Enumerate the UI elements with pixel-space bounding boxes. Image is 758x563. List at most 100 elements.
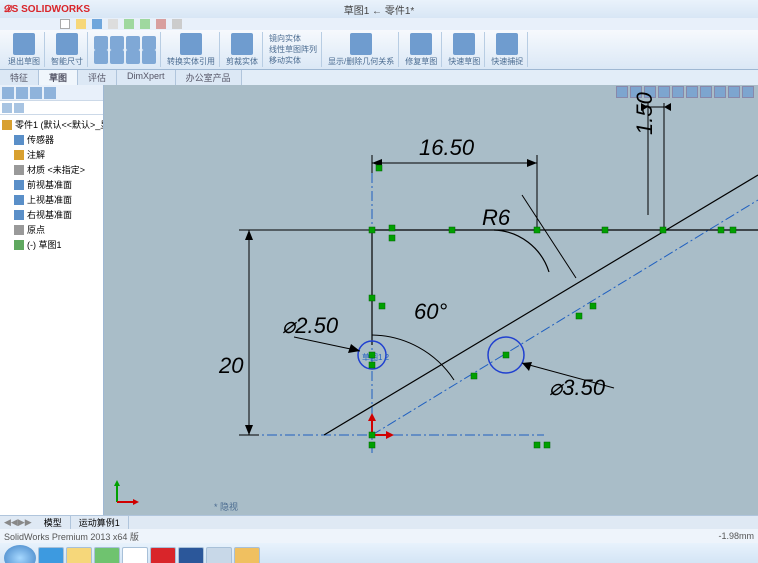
dim-3-50[interactable]: ⌀3.50 (522, 362, 614, 400)
endpoint-marker[interactable] (369, 295, 375, 301)
relation-marker[interactable] (730, 227, 736, 233)
rebuild-icon[interactable] (156, 19, 166, 29)
rect-icon[interactable] (110, 36, 124, 50)
center-marker[interactable] (503, 352, 509, 358)
relation-marker[interactable] (389, 235, 395, 241)
tree-sketch1[interactable]: (-) 草图1 (2, 237, 101, 252)
dim-r6[interactable]: R6 (482, 205, 511, 230)
diag-line[interactable] (324, 175, 758, 435)
tree-right-plane[interactable]: 右视基准面 (2, 207, 101, 222)
convert-icon[interactable] (180, 33, 202, 55)
snap-group[interactable]: 快速捕捉 (487, 32, 528, 67)
dim-1-50[interactable]: 1.50 (632, 91, 671, 230)
dim-2-50[interactable]: ⌀2.50 (282, 313, 360, 353)
task-sw-icon[interactable] (150, 547, 176, 563)
task-app4-icon[interactable] (234, 547, 260, 563)
tab-evaluate[interactable]: 评估 (78, 70, 117, 85)
trim-icon[interactable] (231, 33, 253, 55)
relations-icon[interactable] (350, 33, 372, 55)
tree-tab-icon[interactable] (2, 87, 14, 99)
graphics-canvas[interactable]: 16.50 1.50 R6 60° ⌀2.50 (104, 85, 758, 515)
relation-marker[interactable] (369, 442, 375, 448)
exit-sketch-icon[interactable] (13, 33, 35, 55)
tab-scroll-icon[interactable]: ◀◀▶▶ (0, 517, 36, 528)
repair-icon[interactable] (410, 33, 432, 55)
new-icon[interactable] (60, 19, 70, 29)
snap-icon[interactable] (496, 33, 518, 55)
start-button[interactable] (4, 545, 36, 563)
tab-model[interactable]: 模型 (36, 516, 71, 529)
task-app-icon[interactable] (94, 547, 120, 563)
task-ie-icon[interactable] (38, 547, 64, 563)
options-icon[interactable] (172, 19, 182, 29)
redo-icon[interactable] (140, 19, 150, 29)
open-icon[interactable] (76, 19, 86, 29)
line-icon[interactable] (94, 36, 108, 50)
relation-marker[interactable] (369, 362, 375, 368)
tree-sensors[interactable]: 传感器 (2, 132, 101, 147)
filter2-icon[interactable] (14, 103, 24, 113)
relation-marker[interactable] (376, 165, 382, 171)
endpoint-marker[interactable] (534, 227, 540, 233)
windows-taskbar (0, 543, 758, 563)
relation-marker[interactable] (602, 227, 608, 233)
print-icon[interactable] (108, 19, 118, 29)
fillet-icon[interactable] (126, 50, 140, 64)
relation-marker[interactable] (379, 303, 385, 309)
smart-dimension-group[interactable]: 智能尺寸 (47, 32, 88, 67)
exit-sketch-group[interactable]: 退出草图 (4, 32, 45, 67)
relation-marker[interactable] (660, 227, 666, 233)
circle-icon[interactable] (126, 36, 140, 50)
relation-marker[interactable] (718, 227, 724, 233)
convert-group[interactable]: 转换实体引用 (163, 32, 220, 67)
fillet-arc[interactable] (494, 230, 549, 272)
quick-sketch-icon[interactable] (453, 33, 475, 55)
relation-marker[interactable] (471, 373, 477, 379)
tree-front-plane[interactable]: 前视基准面 (2, 177, 101, 192)
trim-group[interactable]: 剪裁实体 (222, 32, 263, 67)
tab-dimxpert[interactable]: DimXpert (117, 70, 176, 85)
tab3-icon[interactable] (30, 87, 42, 99)
arc-icon[interactable] (142, 36, 156, 50)
relation-marker[interactable] (389, 225, 395, 231)
filter-icon[interactable] (2, 103, 12, 113)
ellipse-icon[interactable] (110, 50, 124, 64)
undo-icon[interactable] (124, 19, 134, 29)
work-area: 零件1 (默认<<默认>_显示状态 传感器 注解 材质 <未指定> 前视基准面 … (0, 85, 758, 515)
origin-marker-sq[interactable] (369, 432, 375, 438)
relation-marker[interactable] (544, 442, 550, 448)
tab-motion[interactable]: 运动算例1 (71, 516, 129, 529)
tab-features[interactable]: 特征 (0, 70, 39, 85)
tree-origin[interactable]: 原点 (2, 222, 101, 237)
tab-office[interactable]: 办公室产品 (176, 70, 242, 85)
tab2-icon[interactable] (16, 87, 28, 99)
relations-group[interactable]: 显示/删除几何关系 (324, 32, 399, 67)
spline-icon[interactable] (94, 50, 108, 64)
dimension-icon[interactable] (56, 33, 78, 55)
relation-marker[interactable] (590, 303, 596, 309)
tree-root[interactable]: 零件1 (默认<<默认>_显示状态 (2, 117, 101, 132)
svg-text:16.50: 16.50 (419, 135, 475, 160)
point-icon[interactable] (142, 50, 156, 64)
endpoint-marker[interactable] (369, 227, 375, 233)
dim-60deg[interactable]: 60° (414, 299, 447, 324)
tab4-icon[interactable] (44, 87, 56, 99)
task-explorer-icon[interactable] (66, 547, 92, 563)
quick-sketch-group[interactable]: 快速草图 (444, 32, 485, 67)
center-marker[interactable] (369, 352, 375, 358)
relation-marker[interactable] (576, 313, 582, 319)
tree-material[interactable]: 材质 <未指定> (2, 162, 101, 177)
tab-sketch[interactable]: 草图 (39, 70, 78, 85)
title-bar: 𝓓S SOLIDWORKS 草图1 ← 零件1* (0, 0, 758, 18)
dim-16-50[interactable]: 16.50 (372, 135, 537, 230)
save-icon[interactable] (92, 19, 102, 29)
task-app2-icon[interactable] (122, 547, 148, 563)
task-app3-icon[interactable] (206, 547, 232, 563)
relation-marker[interactable] (449, 227, 455, 233)
relation-marker[interactable] (534, 442, 540, 448)
tree-top-plane[interactable]: 上视基准面 (2, 192, 101, 207)
task-word-icon[interactable] (178, 547, 204, 563)
repair-group[interactable]: 修复草图 (401, 32, 442, 67)
tree-annotations[interactable]: 注解 (2, 147, 101, 162)
status-bar: SolidWorks Premium 2013 x64 版 -1.98mm (0, 529, 758, 543)
